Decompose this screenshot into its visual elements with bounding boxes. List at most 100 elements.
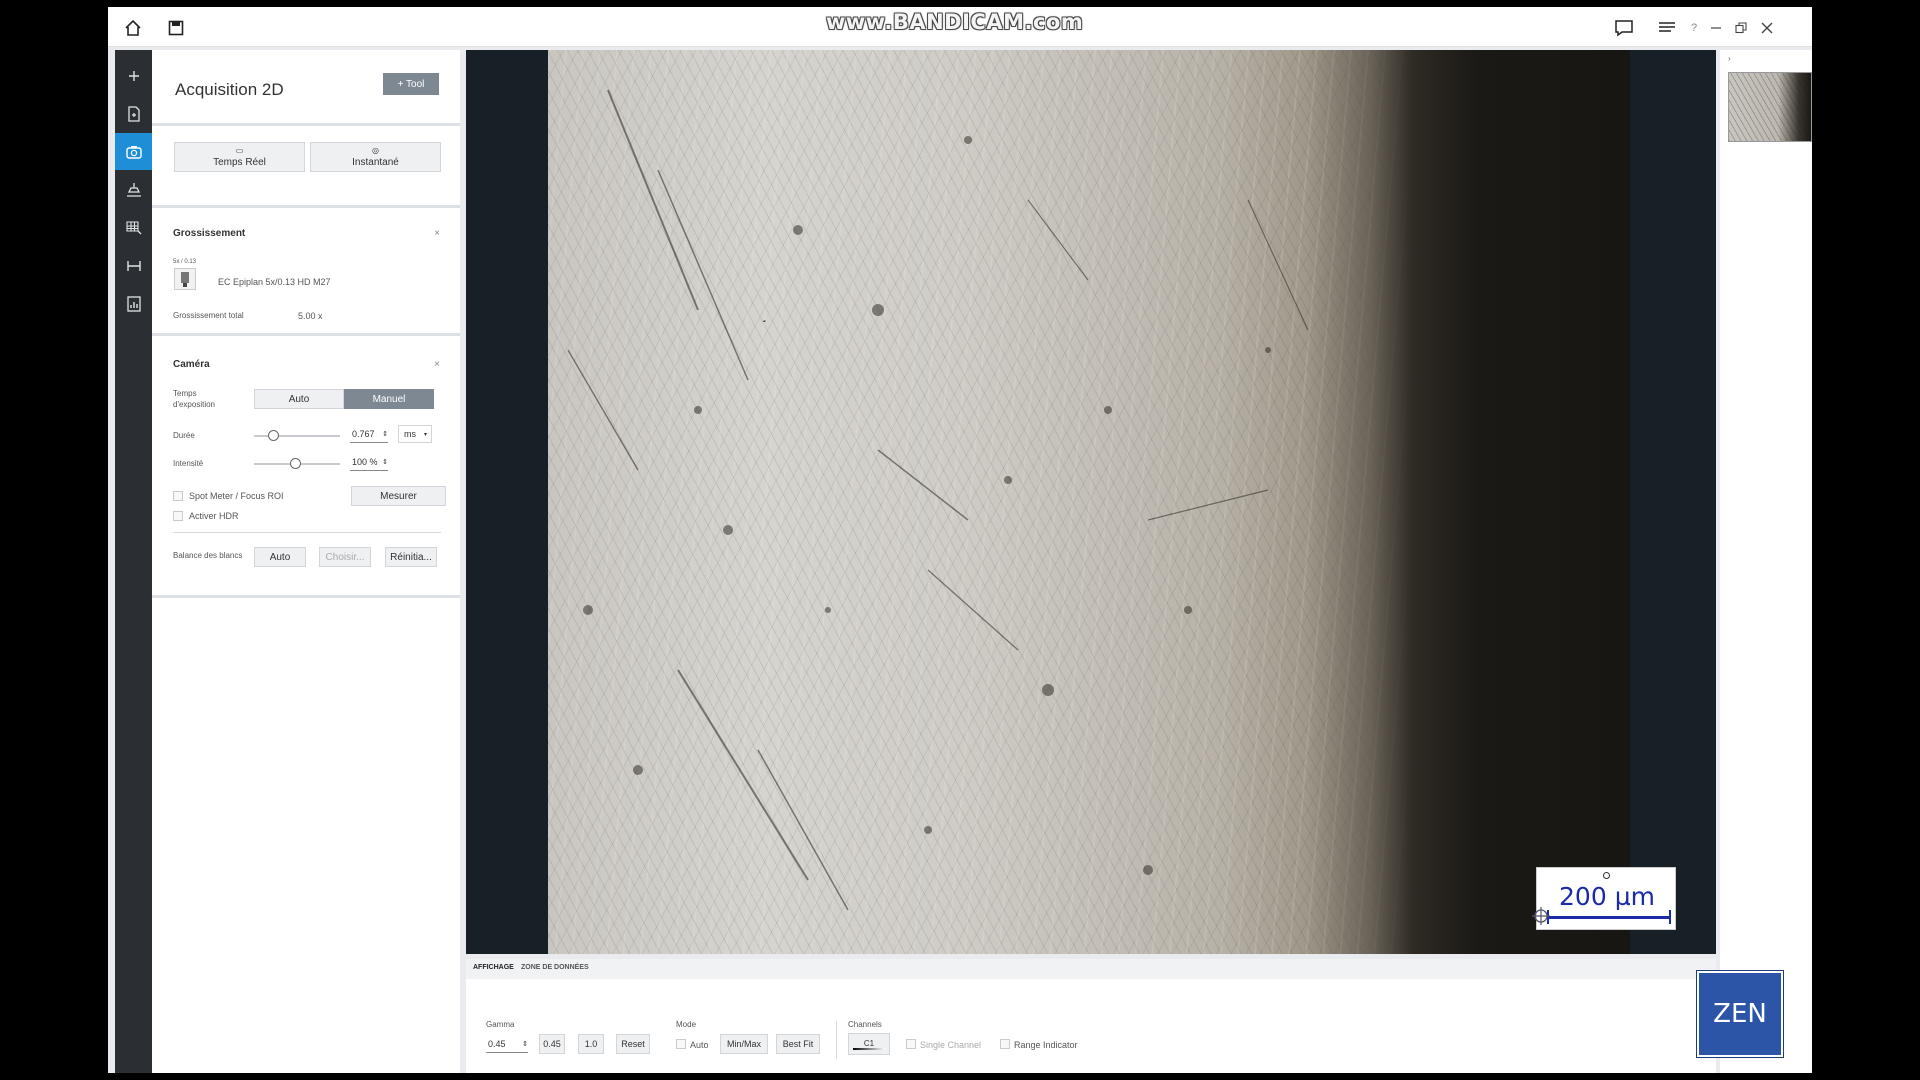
scale-bar-label: 200 µm	[1559, 882, 1655, 911]
app-window: www.BANDICAM.com ? Acquisition 2D + Tool…	[108, 7, 1812, 1073]
duration-unit-value: ms	[404, 429, 416, 439]
hdr-checkbox[interactable]	[173, 511, 183, 521]
home-icon[interactable]	[122, 17, 144, 39]
report-icon[interactable]	[115, 285, 152, 322]
camera-section: Caméra × Temps d'exposition Auto Manuel …	[152, 336, 460, 598]
chat-icon[interactable]	[1613, 17, 1635, 39]
duration-input[interactable]: 0.767 ⇕	[350, 425, 388, 443]
gamma-preset-045-button[interactable]: 0.45	[539, 1034, 565, 1054]
gamma-input[interactable]: 0.45 ⇕	[486, 1035, 528, 1053]
camera-icon[interactable]	[115, 133, 152, 170]
scale-bar-line	[1547, 916, 1671, 919]
live-label: Temps Réel	[213, 157, 266, 168]
gamma-label: Gamma	[486, 1020, 515, 1029]
magnification-title: Grossissement	[173, 228, 246, 239]
mode-auto-checkbox[interactable]	[676, 1039, 686, 1049]
help-icon[interactable]: ?	[1683, 17, 1705, 39]
add-tool-button[interactable]: + Tool	[383, 73, 439, 95]
expand-right-icon[interactable]: ›	[1728, 54, 1731, 63]
spot-meter-label: Spot Meter / Focus ROI	[189, 491, 284, 501]
scale-bar[interactable]: 200 µm	[1532, 867, 1676, 930]
duration-stepper-icon[interactable]: ⇕	[382, 430, 388, 438]
gamma-stepper-icon[interactable]: ⇕	[522, 1040, 528, 1048]
exposure-label-2: d'exposition	[173, 400, 215, 409]
mode-section: ▭ Temps Réel ◎ Instantané	[152, 126, 460, 208]
gamma-value: 0.45	[488, 1038, 506, 1049]
bandicam-watermark: www.BANDICAM.com	[826, 10, 1084, 34]
total-magnification-value: 5.00 x	[298, 311, 323, 321]
thumbnail-panel: ›	[1720, 50, 1812, 1073]
gamma-preset-10-button[interactable]: 1.0	[578, 1034, 604, 1054]
live-button[interactable]: ▭ Temps Réel	[174, 142, 305, 172]
minmax-button[interactable]: Min/Max	[720, 1034, 768, 1054]
range-indicator-label: Range Indicator	[1014, 1040, 1078, 1050]
exposure-label-1: Temps	[173, 389, 197, 398]
live-icon: ▭	[235, 146, 244, 155]
duration-label: Durée	[173, 431, 195, 440]
single-channel-checkbox[interactable]	[906, 1039, 916, 1049]
tab-display[interactable]: AFFICHAGE	[473, 964, 514, 971]
panel-header: Acquisition 2D + Tool	[152, 50, 460, 126]
divider	[173, 532, 441, 533]
grid-icon[interactable]	[115, 209, 152, 246]
channels-label: Channels	[848, 1020, 882, 1029]
measure-icon[interactable]	[115, 247, 152, 284]
exposure-manual-toggle[interactable]: Manuel	[344, 389, 434, 409]
duration-slider-thumb[interactable]	[268, 430, 279, 441]
image-thumbnail[interactable]	[1728, 72, 1812, 142]
objective-badge: 5x / 0.13	[173, 259, 197, 265]
channel-c1-button[interactable]: C1	[848, 1033, 890, 1055]
intensity-slider-thumb[interactable]	[290, 458, 301, 469]
measure-button[interactable]: Mesurer	[351, 486, 446, 506]
wb-reset-button[interactable]: Réinitia...	[385, 547, 437, 567]
save-icon[interactable]	[165, 17, 187, 39]
close-icon[interactable]	[1756, 17, 1778, 39]
duration-unit-select[interactable]: ms ▾	[398, 425, 432, 443]
stage-icon[interactable]	[115, 171, 152, 208]
magnification-section: Grossissement × 5x / 0.13 EC Epiplan 5x/…	[152, 208, 460, 336]
chevron-down-icon: ▾	[423, 431, 427, 438]
minimize-icon[interactable]	[1705, 17, 1727, 39]
range-indicator-checkbox[interactable]	[1000, 1039, 1010, 1049]
document-icon[interactable]	[115, 95, 152, 132]
objective-name: EC Epiplan 5x/0.13 HD M27	[218, 277, 331, 287]
hdr-label: Activer HDR	[189, 511, 239, 521]
plus-icon[interactable]	[115, 57, 152, 94]
display-settings: Gamma 0.45 ⇕ 0.45 1.0 Reset Mode Auto Mi…	[466, 979, 1716, 1073]
intensity-value: 100 %	[352, 456, 378, 467]
objective-icon	[174, 268, 196, 290]
magnification-close-icon[interactable]: ×	[434, 228, 440, 239]
acquisition-panel: ‹ Acquisition 2D + Tool ▭ Temps Réel ◎ I…	[152, 50, 460, 1073]
image-viewer[interactable]	[466, 50, 1716, 954]
total-magnification-label: Grossissement total	[173, 311, 244, 320]
intensity-input[interactable]: 100 % ⇕	[350, 453, 388, 471]
snap-button[interactable]: ◎ Instantané	[310, 142, 441, 172]
title-bar: www.BANDICAM.com ?	[108, 7, 1812, 47]
left-toolbar	[115, 50, 152, 1073]
exposure-auto-toggle[interactable]: Auto	[254, 389, 344, 409]
duration-slider[interactable]	[254, 435, 340, 437]
camera-title: Caméra	[173, 359, 210, 370]
wb-choose-button[interactable]: Choisir...	[319, 547, 371, 567]
camera-close-icon[interactable]: ×	[434, 359, 440, 370]
mode-auto-label: Auto	[690, 1040, 709, 1050]
menu-icon[interactable]	[1656, 17, 1678, 39]
intensity-stepper-icon[interactable]: ⇕	[382, 458, 388, 466]
spot-meter-checkbox[interactable]	[173, 491, 183, 501]
rotate-handle-icon[interactable]	[1603, 872, 1610, 879]
scale-bar-tick-right	[1669, 910, 1671, 924]
tab-data-zone[interactable]: ZONE DE DONNÉES	[521, 964, 589, 971]
restore-icon[interactable]	[1730, 17, 1752, 39]
gamma-reset-button[interactable]: Reset	[616, 1034, 650, 1054]
channel-c1-label: C1	[863, 1038, 875, 1048]
zen-logo: ZEN	[1696, 970, 1784, 1058]
channel-c1-gradient	[853, 1047, 885, 1050]
bestfit-button[interactable]: Best Fit	[776, 1034, 820, 1054]
move-handle-icon[interactable]	[1531, 906, 1551, 926]
micrograph-scratches	[567, 89, 1309, 911]
snap-camera-icon: ◎	[372, 146, 379, 155]
micrograph-image[interactable]	[548, 50, 1630, 954]
mode-label: Mode	[676, 1020, 697, 1029]
snap-label: Instantané	[352, 157, 399, 168]
wb-auto-button[interactable]: Auto	[254, 547, 306, 567]
